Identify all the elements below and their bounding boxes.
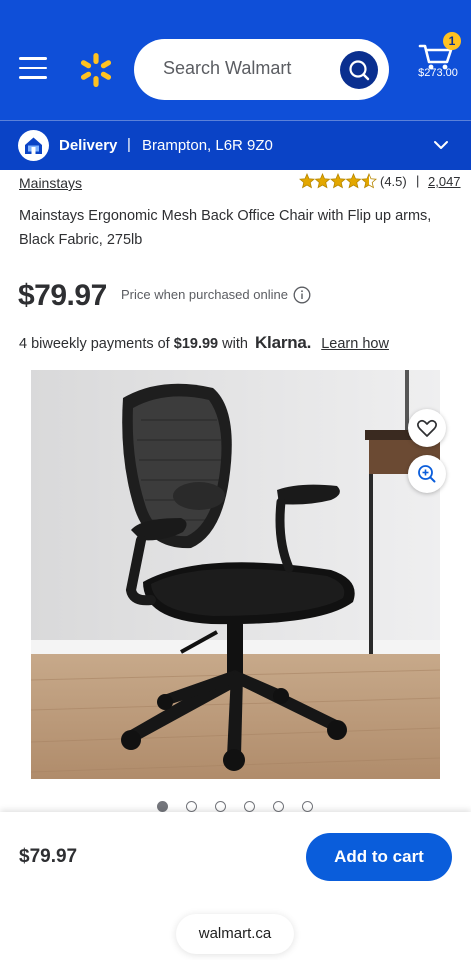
learn-how-link[interactable]: Learn how <box>321 336 389 352</box>
search-input[interactable]: Search Walmart <box>134 39 389 100</box>
klarna-prefix: 4 biweekly payments of <box>19 336 170 352</box>
search-icon <box>349 60 370 81</box>
klarna-logo: Klarna. <box>254 333 312 352</box>
zoom-button[interactable] <box>408 455 446 493</box>
walmart-spark-logo[interactable] <box>78 52 114 88</box>
delivery-separator: | <box>127 136 131 153</box>
cart-total[interactable]: $273.00 <box>410 67 466 79</box>
product-image[interactable] <box>31 370 440 779</box>
carousel-dot[interactable] <box>244 801 255 812</box>
menu-icon[interactable] <box>19 57 47 81</box>
delivery-label: Delivery <box>59 137 118 154</box>
top-header: Search Walmart 1 $273.00 <box>0 0 471 120</box>
review-count-link[interactable]: 2,047 <box>428 174 461 189</box>
carousel-dot[interactable] <box>302 801 313 812</box>
product-title: Mainstays Ergonomic Mesh Back Office Cha… <box>19 208 432 248</box>
heart-icon <box>417 419 437 437</box>
delivery-location-bar[interactable]: Delivery | Brampton, L6R 9Z0 <box>0 120 471 170</box>
info-icon[interactable] <box>293 286 311 304</box>
klarna-with: with <box>222 336 248 352</box>
product-price: $79.97 <box>18 279 107 312</box>
star-rating-icon <box>299 173 377 189</box>
add-to-favorites-button[interactable] <box>408 409 446 447</box>
rating-value: (4.5) <box>380 174 407 189</box>
search-placeholder: Search Walmart <box>163 58 292 78</box>
cart-count-badge: 1 <box>443 32 461 50</box>
home-delivery-icon <box>18 130 49 161</box>
bottom-price: $79.97 <box>19 846 78 867</box>
klarna-amount: $19.99 <box>173 336 219 352</box>
carousel-dot[interactable] <box>215 801 226 812</box>
rating-separator: | <box>416 173 420 188</box>
carousel-dot[interactable] <box>273 801 284 812</box>
office-chair-image <box>31 370 440 779</box>
carousel-dot[interactable] <box>157 801 168 812</box>
carousel-dot[interactable] <box>186 801 197 812</box>
brand-link[interactable]: Mainstays <box>19 175 82 191</box>
klarna-payment-line: 4 biweekly payments of $19.99 with Klarn… <box>19 333 389 353</box>
zoom-in-icon <box>418 465 436 483</box>
price-note: Price when purchased online <box>121 287 288 302</box>
browser-url-bar[interactable]: walmart.ca <box>176 914 294 954</box>
sticky-bottom-bar: $79.97 Add to cart walmart.ca <box>0 812 471 960</box>
chevron-down-icon[interactable] <box>433 139 449 151</box>
delivery-location: Brampton, L6R 9Z0 <box>142 137 273 154</box>
add-to-cart-button[interactable]: Add to cart <box>306 833 452 881</box>
search-button[interactable] <box>340 51 378 89</box>
